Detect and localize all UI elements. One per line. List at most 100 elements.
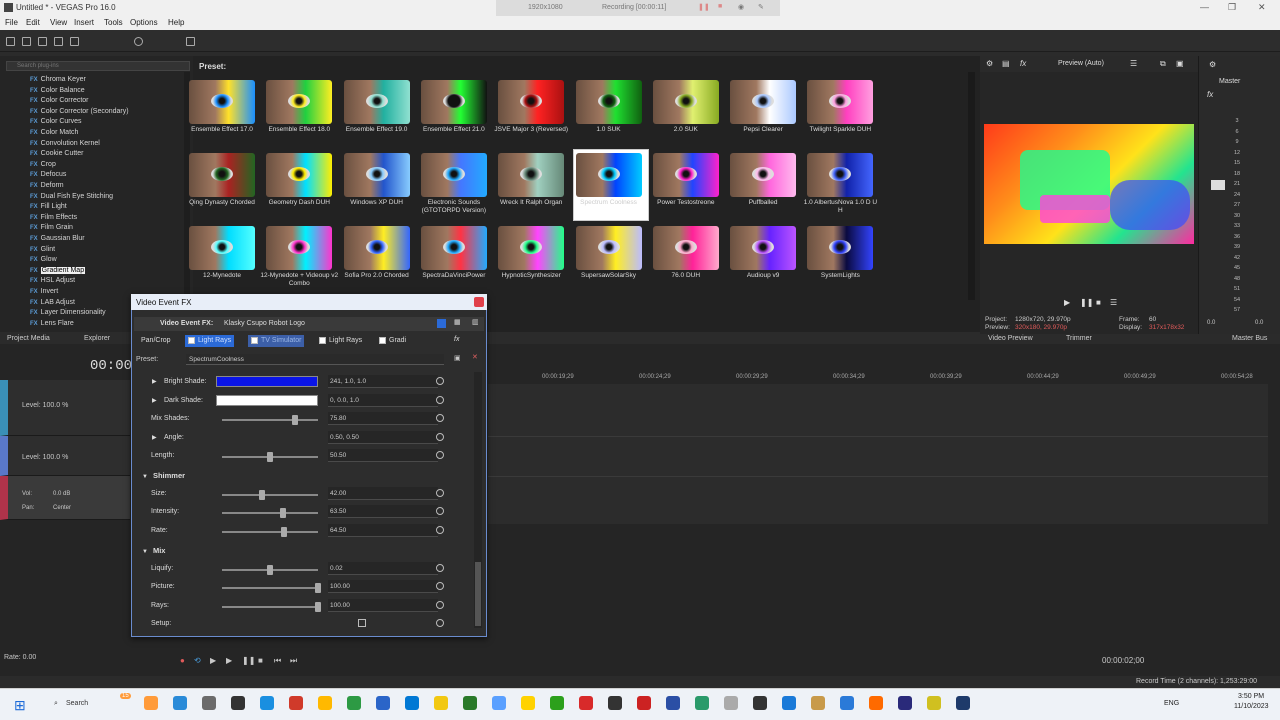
preview-quality-select[interactable]: Preview (Auto) [1058,60,1104,67]
plugin-item[interactable]: FX Color Curves [30,118,82,125]
expand-icon[interactable]: ▶ [152,397,157,404]
taskbar-app-icon[interactable] [289,696,303,710]
plugin-item[interactable]: FX Defocus [30,171,66,178]
view-toggle-icon[interactable] [437,319,446,328]
section-shimmer[interactable]: ▼ Shimmer [142,471,185,480]
param-value[interactable]: 63.50 [328,505,438,518]
undo-icon[interactable] [134,37,143,46]
record-icon[interactable]: ● [180,656,185,665]
gear-icon[interactable]: ⚙ [1209,60,1216,69]
taskbar-app-icon[interactable] [376,696,390,710]
time-ruler[interactable]: 00:00:19;29 00:00:24;29 00:00:29;29 00:00:3… [488,372,1268,384]
preset-thumbnail[interactable] [653,298,719,316]
plugin-item[interactable]: FX Fill Light [30,203,67,210]
language-indicator[interactable]: ENG [1164,700,1179,707]
plugin-item[interactable]: FX Layer Dimensionality [30,309,106,316]
keyframe-icon[interactable] [436,414,444,422]
taskbar-app-icon[interactable] [695,696,709,710]
menu-view[interactable]: View [50,18,67,27]
plugin-item[interactable]: FX Color Corrector [30,97,89,104]
plugin-item[interactable]: FX Gradient Map [30,266,86,274]
taskbar-app-icon[interactable] [202,696,216,710]
menu-insert[interactable]: Insert [74,18,94,27]
plugin-item[interactable]: FX Color Match [30,129,78,136]
maximize-icon[interactable]: ❐ [1228,2,1236,13]
fx-icon[interactable]: fx [454,336,459,343]
tab-master-bus[interactable]: Master Bus [1232,335,1267,342]
stop-record-icon[interactable]: ■ [718,3,722,10]
menu-help[interactable]: Help [168,18,184,27]
plugin-item[interactable]: FX Crop [30,161,56,168]
stop-icon[interactable]: ■ [1096,298,1101,307]
pen-icon[interactable]: ✎ [758,3,764,11]
plugin-item[interactable]: FX Color Balance [30,87,85,94]
fx-icon[interactable]: fx [1020,59,1026,68]
slider-knob[interactable] [259,490,266,500]
taskbar-search[interactable]: Search [66,700,88,707]
dialog-close-icon[interactable] [474,297,484,307]
taskbar-app-icon[interactable] [956,696,970,710]
taskbar-app-icon[interactable] [347,696,361,710]
taskbar-app-icon[interactable] [898,696,912,710]
chain-item-light-rays[interactable]: Light Rays [185,335,235,347]
menu-icon[interactable]: ☰ [1110,298,1117,307]
slider-knob[interactable] [315,602,321,612]
setup-checkbox[interactable] [358,619,366,627]
play-icon[interactable]: ▶ [226,656,232,665]
taskbar-app-icon[interactable] [492,696,506,710]
param-value[interactable]: 75.80 [328,412,438,425]
keyframe-icon[interactable] [436,601,444,609]
gear-icon[interactable]: ⚙ [986,59,993,68]
keyframe-icon[interactable] [436,377,444,385]
dialog-scroll-thumb[interactable] [475,562,481,626]
minimize-icon[interactable]: — [1200,2,1209,12]
taskbar-app-icon[interactable] [579,696,593,710]
plugin-item[interactable]: FX LAB Adjust [30,299,75,306]
slider-knob[interactable] [315,583,321,593]
param-value[interactable]: 0.02 [328,562,438,575]
plugin-item[interactable]: FX Color Corrector (Secondary) [30,108,129,115]
menu-edit[interactable]: Edit [26,18,40,27]
taskbar-app-icon[interactable] [463,696,477,710]
keyframe-icon[interactable] [436,489,444,497]
keyframe-icon[interactable] [436,564,444,572]
render-icon[interactable] [54,37,63,46]
plugin-item[interactable]: FX Lens Flare [30,320,74,327]
preset-thumbnail[interactable] [498,298,564,316]
windows-start-icon[interactable]: ⊞ [14,697,26,714]
tab-explorer[interactable]: Explorer [84,335,110,342]
slider-knob[interactable] [280,527,287,537]
close-icon[interactable]: ✕ [1258,2,1266,13]
plugin-item[interactable]: FX Glow [30,256,57,263]
taskbar-app-icon[interactable] [434,696,448,710]
param-slider[interactable] [222,508,318,518]
plugin-item[interactable]: FX Glint [30,246,55,253]
taskbar-app-icon[interactable] [753,696,767,710]
preset-thumbnail[interactable] [576,298,642,316]
param-slider[interactable] [222,565,318,575]
taskbar-app-icon[interactable] [405,696,419,710]
taskbar-app-icon[interactable] [521,696,535,710]
param-slider[interactable] [222,527,318,537]
taskbar-app-icon[interactable] [260,696,274,710]
plugin-item[interactable]: FX Gaussian Blur [30,235,85,242]
tab-video-preview[interactable]: Video Preview [988,335,1033,342]
param-slider[interactable] [222,415,318,425]
search-icon[interactable]: ⌕ [54,700,58,708]
menu-file[interactable]: File [5,18,18,27]
clock-date[interactable]: 11/10/2023 [1234,703,1269,710]
timeline-tracks[interactable] [488,384,1268,524]
taskbar-app-icon[interactable] [550,696,564,710]
param-value[interactable]: 241, 1.0, 1.0 [328,375,438,388]
video-track-2[interactable]: Level: 100.0 % [0,436,130,476]
param-slider[interactable] [222,602,321,612]
go-start-icon[interactable]: ⏮ [274,656,281,666]
param-slider[interactable] [222,490,318,500]
collapse-icon[interactable]: ▼ [142,549,148,555]
taskbar-app-icon[interactable] [144,696,158,710]
pause-icon[interactable]: ❚❚ [1080,298,1093,307]
new-icon[interactable] [6,37,15,46]
taskbar-app-icon[interactable] [840,696,854,710]
save-snapshot-icon[interactable]: ▣ [1176,59,1184,68]
plugin-item[interactable]: FX Film Grain [30,224,73,231]
